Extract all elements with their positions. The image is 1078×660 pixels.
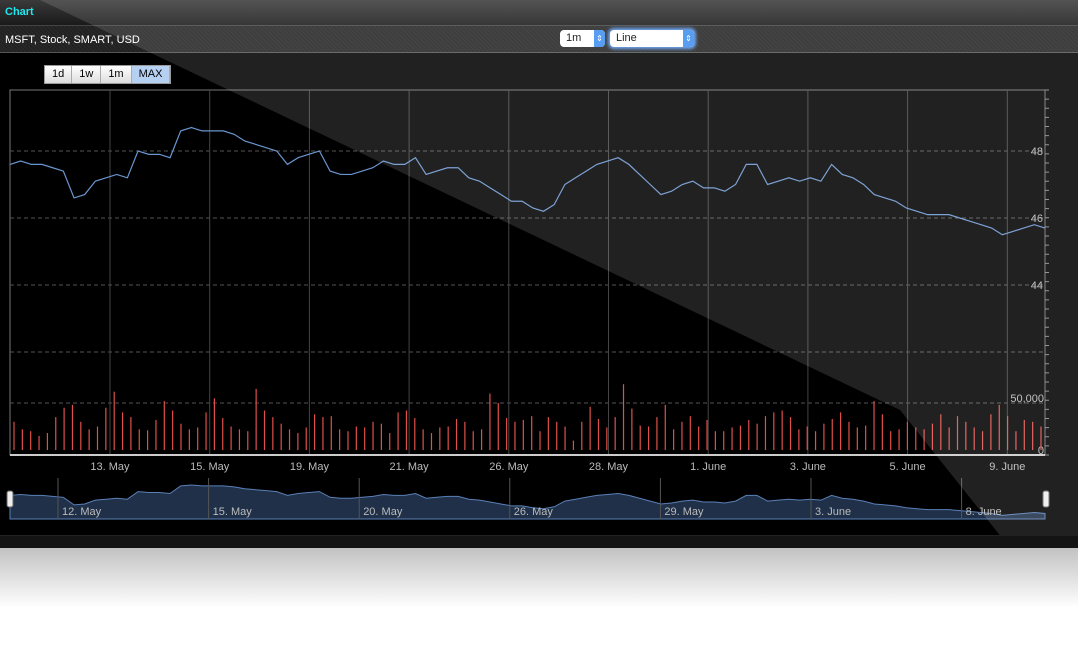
x-tick-label: 1. June [690, 461, 726, 473]
navigator-tick-label: 15. May [213, 506, 253, 518]
navigator-tick-label: 29. May [664, 506, 704, 518]
navigator-handle[interactable] [6, 490, 14, 508]
navigator-tick-label: 8. June [966, 506, 1002, 518]
price-tick-label: 44 [1031, 280, 1043, 292]
navigator-tick-label: 20. May [363, 506, 403, 518]
range-selector: 1d 1w 1m MAX [44, 65, 172, 84]
x-tick-label: 13. May [90, 461, 130, 473]
navigator-tick-label: 12. May [62, 506, 102, 518]
x-tick-label: 19. May [290, 461, 330, 473]
navigator-handle[interactable] [1042, 490, 1050, 508]
x-tick-label: 9. June [989, 461, 1025, 473]
reflection [0, 548, 1078, 608]
price-tick-label: 48 [1031, 146, 1043, 158]
range-1d-button[interactable]: 1d [45, 66, 73, 83]
x-tick-label: 3. June [790, 461, 826, 473]
price-tick-label: 46 [1031, 213, 1043, 225]
x-tick-label: 15. May [190, 461, 230, 473]
x-tick-label: 26. May [489, 461, 529, 473]
price-line [9, 126, 1046, 236]
x-tick-label: 28. May [589, 461, 629, 473]
plot-border [9, 89, 1046, 456]
range-max-button[interactable]: MAX [131, 66, 171, 83]
navigator-tick-label: 3. June [815, 506, 851, 518]
x-tick-label: 21. May [390, 461, 430, 473]
navigator-tick-label: 26. May [514, 506, 554, 518]
x-tick-label: 5. June [890, 461, 926, 473]
volume-tick-label: 50,000 [1010, 393, 1044, 405]
range-1w-button[interactable]: 1w [72, 66, 102, 83]
chart-window: Chart MSFT, Stock, SMART, USD 1m ⇕ Line ⇕ … [0, 0, 1078, 548]
range-1m-button[interactable]: 1m [101, 66, 132, 83]
horizontal-scrollbar[interactable] [0, 535, 1078, 548]
